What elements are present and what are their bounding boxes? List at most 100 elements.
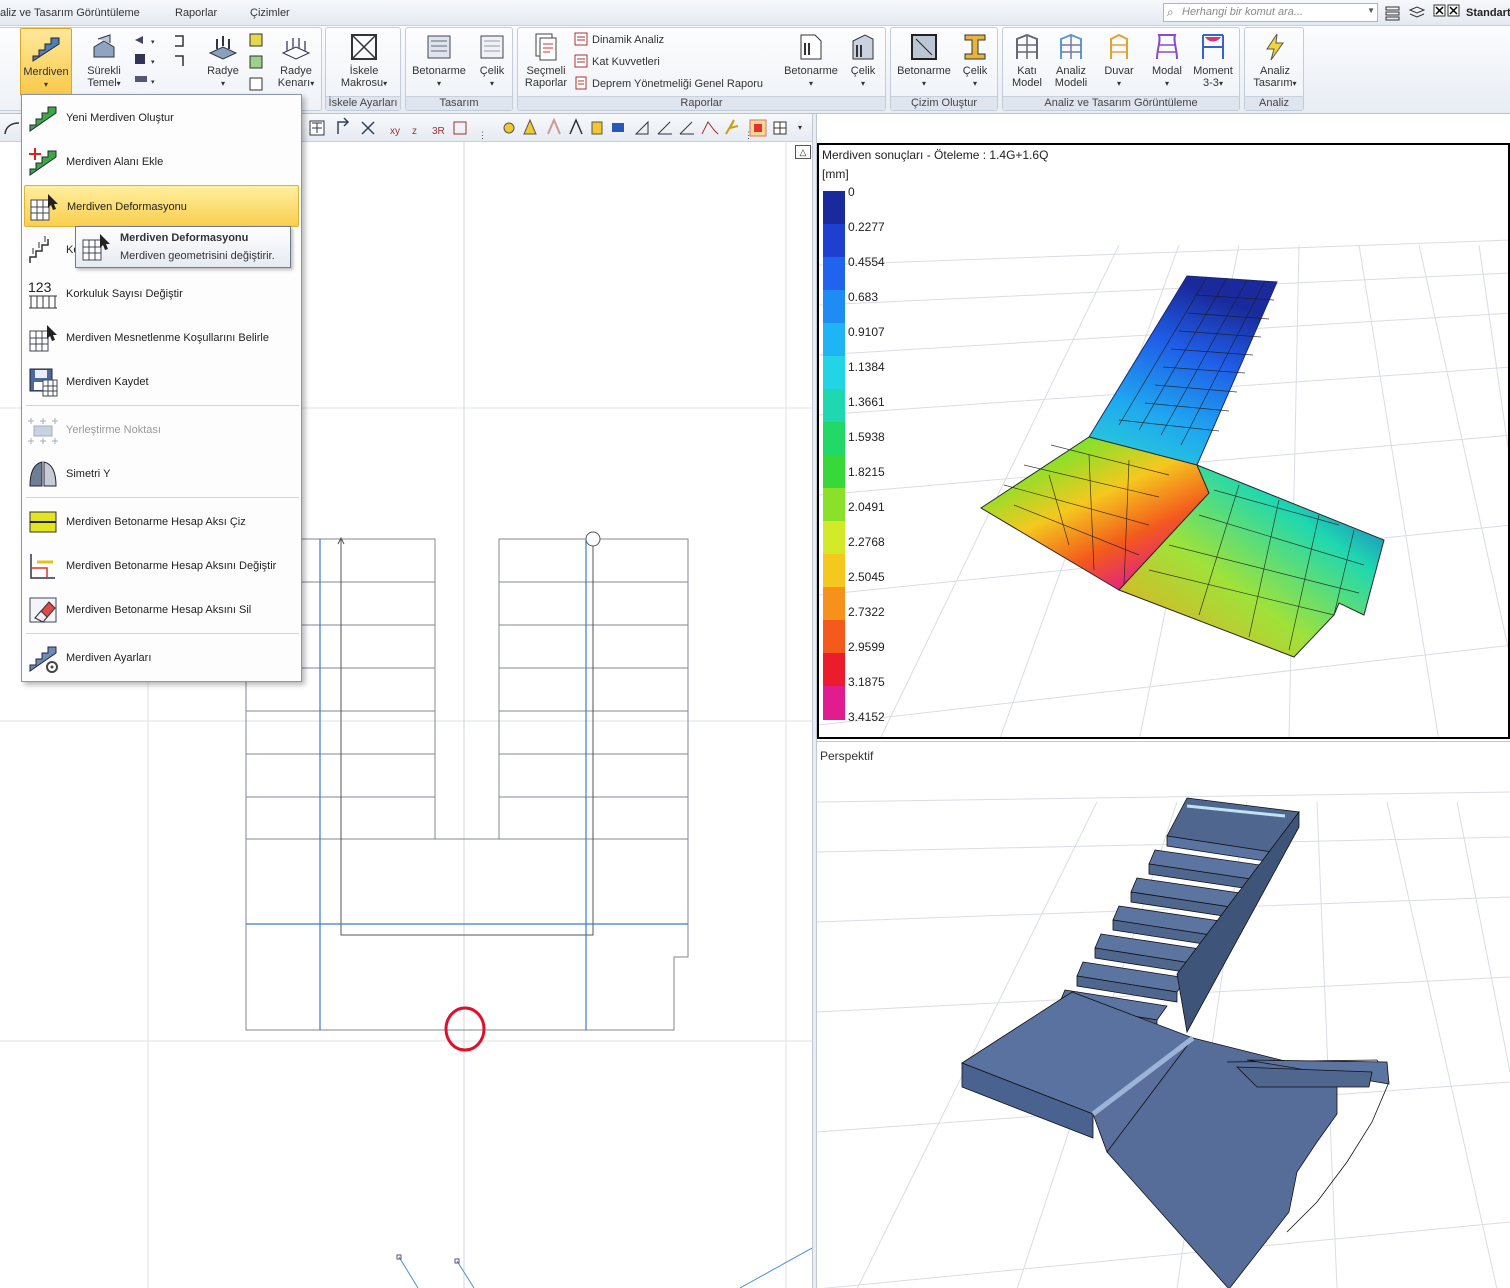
tooltip-title: Merdiven Deformasyonu — [120, 232, 249, 244]
draw-design-axis-icon — [29, 511, 57, 533]
toolbar-overflow-icon[interactable]: ▾ — [798, 123, 802, 132]
modal-button[interactable]: Modal ▾ — [1145, 28, 1189, 96]
tab-raporlar[interactable]: Raporlar — [175, 7, 217, 19]
duvar-button[interactable]: Duvar ▾ — [1095, 28, 1143, 96]
menu-item-hesap-aksini-sil[interactable]: Merdiven Betonarme Hesap Aksını Sil — [24, 589, 299, 631]
tab-cizimler[interactable]: Çizimler — [250, 7, 290, 19]
legend-swatch — [823, 554, 845, 588]
tasarim-betonarme-button[interactable]: Betonarme ▾ — [408, 28, 470, 96]
tooltip-description: Merdiven geometrisini değiştirir. — [120, 250, 275, 262]
radye-button[interactable]: Radye ▾ — [201, 28, 245, 96]
foundation-small-icons[interactable]: ▾ ▾ ▾ — [131, 32, 159, 92]
rapor-betonarme-label: Betonarme — [784, 65, 838, 77]
deprem-raporu-label: Deprem Yönetmeliği Genel Raporu — [592, 78, 763, 90]
tasarim-celik-button[interactable]: Çelik ▾ — [472, 28, 512, 96]
dynamic-analysis-icon — [574, 32, 588, 46]
legend-label: 1.1384 — [848, 360, 885, 374]
iskele-makrosu-button[interactable]: İskele Makrosu▾ — [332, 28, 396, 96]
legend-label: 1.5938 — [848, 430, 885, 444]
cizim-betonarme-button[interactable]: Betonarme ▾ — [893, 28, 955, 96]
earthquake-report-icon — [575, 76, 587, 90]
menu-item-yeni-merdiven[interactable]: Yeni Merdiven Oluştur — [24, 97, 299, 139]
dinamik-analiz-button[interactable]: Dinamik Analiz — [574, 30, 664, 50]
legend-swatch — [823, 587, 845, 621]
menu-label: Merdiven Mesnetlenme Koşullarını Belirle — [66, 332, 269, 344]
workspace-label[interactable]: Standart — [1466, 7, 1510, 19]
iskele-label: İskele — [349, 65, 379, 77]
radye-kenari-button[interactable]: Radye Kenarı▾ — [271, 28, 321, 96]
rapor-celik-button[interactable]: Çelik ▾ — [843, 28, 883, 96]
kati-model-button[interactable]: Katı Model — [1005, 28, 1049, 96]
tasarim-celik-label: Çelik — [479, 65, 505, 77]
moment-button[interactable]: Moment 3-3▾ — [1189, 28, 1237, 96]
svg-text:⋮: ⋮ — [478, 130, 487, 140]
legend-swatch — [823, 290, 845, 324]
stair-results-viewport[interactable]: Merdiven sonuçları - Öteleme : 1.4G+1.6Q… — [817, 143, 1510, 739]
svg-text:123: 123 — [28, 279, 52, 295]
chevron-down-icon[interactable]: ▼ — [1367, 6, 1375, 15]
save-stair-icon — [29, 368, 58, 397]
svg-text:3R: 3R — [432, 126, 445, 137]
menu-item-hesap-aksi-ciz[interactable]: Merdiven Betonarme Hesap Aksı Çiz — [24, 501, 299, 543]
continuous-footing-icon — [93, 34, 115, 58]
selective-reports-icon — [535, 33, 557, 61]
lightning-icon — [1266, 33, 1284, 61]
menu-item-merdiven-alani-ekle[interactable]: Merdiven Alanı Ekle — [24, 141, 299, 183]
toolbar-icon-strip[interactable]: xy z 3R ⋮ ⋮ — [308, 114, 798, 142]
group-label-analiz-tasarim: Analiz ve Tasarım Görüntüleme — [1003, 96, 1239, 110]
menu-label: Korkuluk Sayısı Değiştir — [66, 288, 183, 300]
cizim-celik-label: Çelik — [962, 65, 988, 77]
mirror-y-icon — [29, 461, 57, 487]
stair-3d-model — [961, 797, 1390, 1288]
railing-count-icon: 123 — [28, 279, 57, 309]
menu-item-merdiven-ayarlari[interactable]: Merdiven Ayarları — [24, 637, 299, 679]
stair-plan-outline — [245, 538, 689, 1031]
deprem-raporu-button[interactable]: Deprem Yönetmeliği Genel Raporu — [574, 74, 763, 94]
analiz-modeli-button[interactable]: Analiz Modeli — [1049, 28, 1093, 96]
raft-foundation-icon — [208, 36, 238, 60]
makrosu-label: Makrosu — [340, 77, 384, 89]
menu-separator — [26, 405, 299, 406]
column-small-icons[interactable] — [171, 32, 191, 72]
insertion-point-icon — [28, 418, 58, 444]
menu-item-hesap-aksini-degistir[interactable]: Merdiven Betonarme Hesap Aksını Değiştir — [24, 545, 299, 587]
arc-tool-icon[interactable] — [2, 120, 22, 136]
placement-marker — [444, 1006, 486, 1052]
duvar-label: Duvar — [1104, 65, 1134, 77]
menu-item-mesnetlenme[interactable]: Merdiven Mesnetlenme Koşullarını Belirle — [24, 317, 299, 359]
command-search-input[interactable]: ⌕ Herhangi bir komut ara... ▼ — [1163, 3, 1378, 22]
surekli-temel-button[interactable]: Sürekli Temel▾ — [79, 28, 129, 96]
merdiven-button[interactable]: Merdiven ▾ — [20, 28, 72, 96]
analiz-tasarim-button[interactable]: Analiz Tasarım▾ — [1247, 28, 1303, 96]
kat-kuvvetleri-label: Kat Kuvvetleri — [592, 56, 660, 68]
moment-diagram-icon — [1202, 34, 1224, 59]
legend-label: 2.0491 — [848, 500, 885, 514]
ribbon-group-analiz: Analiz Tasarım▾ Analiz — [1244, 27, 1304, 111]
group-label-iskele: İskele Ayarları — [326, 96, 400, 110]
secmeli-raporlar-button[interactable]: Seçmeli Raporlar — [521, 28, 571, 96]
menu-label: Simetri Y — [66, 468, 111, 480]
menu-item-merdiven-kaydet[interactable]: Merdiven Kaydet — [24, 361, 299, 403]
rapor-betonarme-button[interactable]: Betonarme ▾ — [780, 28, 842, 96]
close-window-icon[interactable] — [1433, 4, 1463, 20]
perspective-viewport[interactable]: Perspektif — [817, 741, 1510, 1288]
layers-icon[interactable] — [1384, 5, 1402, 21]
stack-icon[interactable] — [1408, 5, 1426, 21]
menu-item-korkuluk-sayisi[interactable]: 123 Korkuluk Sayısı Değiştir — [24, 273, 299, 315]
menu-item-simetri-y[interactable]: Simetri Y — [24, 453, 299, 495]
cizim-celik-button[interactable]: Çelik ▾ — [955, 28, 995, 96]
collapse-icon[interactable]: △ — [795, 145, 811, 159]
menu-item-merdiven-deformasyonu[interactable]: Merdiven Deformasyonu — [24, 185, 299, 227]
temel-label: Temel — [87, 77, 117, 89]
tab-analiz-tasarim-goruntuleme[interactable]: aliz ve Tasarım Görüntüleme — [0, 7, 140, 19]
legend-swatch — [823, 422, 845, 456]
legend-label: 0 — [848, 185, 855, 199]
search-icon: ⌕ — [1167, 5, 1174, 19]
kat-kuvvetleri-button[interactable]: Kat Kuvvetleri — [574, 52, 660, 72]
legend-label: 3.4152 — [848, 710, 885, 724]
dinamik-analiz-label: Dinamik Analiz — [592, 34, 665, 46]
legend-swatch — [823, 191, 845, 225]
design-axes — [246, 539, 688, 1030]
menu-item-yerlestirme-noktasi[interactable]: Yerleştirme Noktası — [24, 409, 299, 451]
raft-small-icons[interactable] — [248, 32, 266, 92]
